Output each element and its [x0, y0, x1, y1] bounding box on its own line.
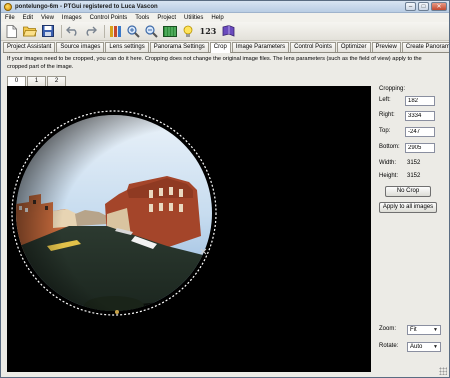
zoom-value: Fit [410, 327, 417, 333]
rotate-label: Rotate: [379, 343, 399, 349]
menu-edit[interactable]: Edit [23, 15, 33, 21]
crop-center-marker[interactable] [115, 310, 119, 314]
help-book-icon[interactable] [221, 24, 236, 39]
tab-control-points[interactable]: Control Points [290, 42, 336, 52]
tab-crop[interactable]: Crop [209, 42, 231, 53]
chevron-down-icon: ▼ [433, 327, 438, 333]
close-button[interactable]: ✕ [431, 2, 447, 11]
left-label: Left: [379, 97, 391, 103]
menu-control-points[interactable]: Control Points [90, 15, 128, 21]
right-row: Right: [379, 111, 445, 122]
left-input[interactable] [405, 96, 435, 106]
toolbar-separator [104, 24, 105, 38]
zoom-label: Zoom: [379, 326, 397, 332]
menu-file[interactable]: File [5, 15, 15, 21]
new-file-icon[interactable] [4, 24, 19, 39]
bottom-row: Bottom: [379, 143, 445, 154]
zoom-row: Zoom: Fit ▼ [379, 325, 445, 336]
image-tab-0[interactable]: 0 [7, 76, 26, 86]
toolbar: 123 [1, 22, 449, 41]
app-window: pontelungo-6m - PTGui registered to Luca… [0, 0, 450, 378]
menu-bar: File Edit View Images Control Points Too… [1, 13, 449, 22]
apply-to-all-images-button[interactable]: Apply to all images [379, 202, 437, 213]
menu-view[interactable]: View [41, 15, 54, 21]
fisheye-image [11, 110, 217, 316]
menu-help[interactable]: Help [211, 15, 223, 21]
rotate-row: Rotate: Auto ▼ [379, 342, 445, 353]
resize-grip[interactable] [439, 367, 447, 375]
tab-panorama-settings[interactable]: Panorama Settings [149, 42, 209, 52]
image-tabs: 0 1 2 [7, 76, 67, 86]
right-input[interactable] [405, 111, 435, 121]
top-input[interactable] [405, 127, 435, 137]
maximize-button[interactable]: □ [418, 2, 429, 11]
left-row: Left: [379, 96, 445, 107]
height-label: Height: [379, 173, 399, 179]
tab-create-panorama[interactable]: Create Panorama [401, 42, 449, 52]
zoom-out-icon[interactable] [144, 24, 159, 39]
menu-images[interactable]: Images [62, 15, 82, 21]
tab-preview[interactable]: Preview [371, 42, 401, 52]
window-controls: – □ ✕ [405, 2, 447, 11]
crop-panel: If your images need to be cropped, you c… [3, 53, 449, 377]
open-folder-icon[interactable] [22, 24, 37, 39]
menu-project[interactable]: Project [157, 15, 176, 21]
bottom-input[interactable] [405, 143, 435, 153]
title-bar: pontelungo-6m - PTGui registered to Luca… [1, 1, 449, 13]
chevron-down-icon: ▼ [433, 344, 438, 350]
right-label: Right: [379, 112, 395, 118]
rotate-select[interactable]: Auto ▼ [407, 342, 441, 352]
cropping-title: Cropping: [379, 86, 406, 92]
no-crop-button[interactable]: No Crop [385, 186, 431, 197]
image-tab-2[interactable]: 2 [47, 76, 66, 86]
redo-icon[interactable] [83, 24, 98, 39]
window-title: pontelungo-6m - PTGui registered to Luca… [15, 3, 158, 10]
tips-icon[interactable] [180, 24, 195, 39]
numbers-icon[interactable]: 123 [198, 24, 218, 39]
crop-image-canvas[interactable] [7, 86, 371, 372]
tab-lens-settings[interactable]: Lens settings [105, 42, 149, 52]
ptgui-app-icon [4, 2, 12, 11]
tab-project-assistant[interactable]: Project Assistant [3, 42, 56, 52]
minimize-button[interactable]: – [405, 2, 416, 11]
numbers-label: 123 [199, 26, 217, 36]
image-tab-1[interactable]: 1 [27, 76, 46, 86]
width-value: 3152 [407, 160, 421, 166]
rotate-value: Auto [410, 344, 423, 350]
undo-icon[interactable] [65, 24, 80, 39]
cropping-panel: Cropping: Left: Right: Top: Bottom: Widt… [375, 86, 447, 372]
top-row: Top: [379, 127, 445, 138]
height-value: 3152 [407, 173, 421, 179]
tools-icon[interactable] [108, 24, 123, 39]
tab-optimizer[interactable]: Optimizer [336, 42, 371, 52]
width-label: Width: [379, 160, 397, 166]
main-tabs: Project Assistant Source images Lens set… [3, 42, 449, 53]
crop-info-text: If your images need to be cropped, you c… [7, 56, 422, 70]
tab-image-parameters[interactable]: Image Parameters [231, 42, 290, 52]
zoom-in-icon[interactable] [126, 24, 141, 39]
tab-source-images[interactable]: Source images [56, 42, 105, 52]
menu-tools[interactable]: Tools [135, 15, 149, 21]
width-row: Width: 3152 [379, 159, 445, 170]
toolbar-separator [61, 24, 62, 38]
height-row: Height: 3152 [379, 172, 445, 183]
menu-utilities[interactable]: Utilities [184, 15, 203, 21]
zoom-select[interactable]: Fit ▼ [407, 325, 441, 335]
bottom-label: Bottom: [379, 144, 400, 150]
panorama-editor-icon[interactable] [162, 24, 177, 39]
save-icon[interactable] [40, 24, 55, 39]
top-label: Top: [379, 128, 391, 134]
